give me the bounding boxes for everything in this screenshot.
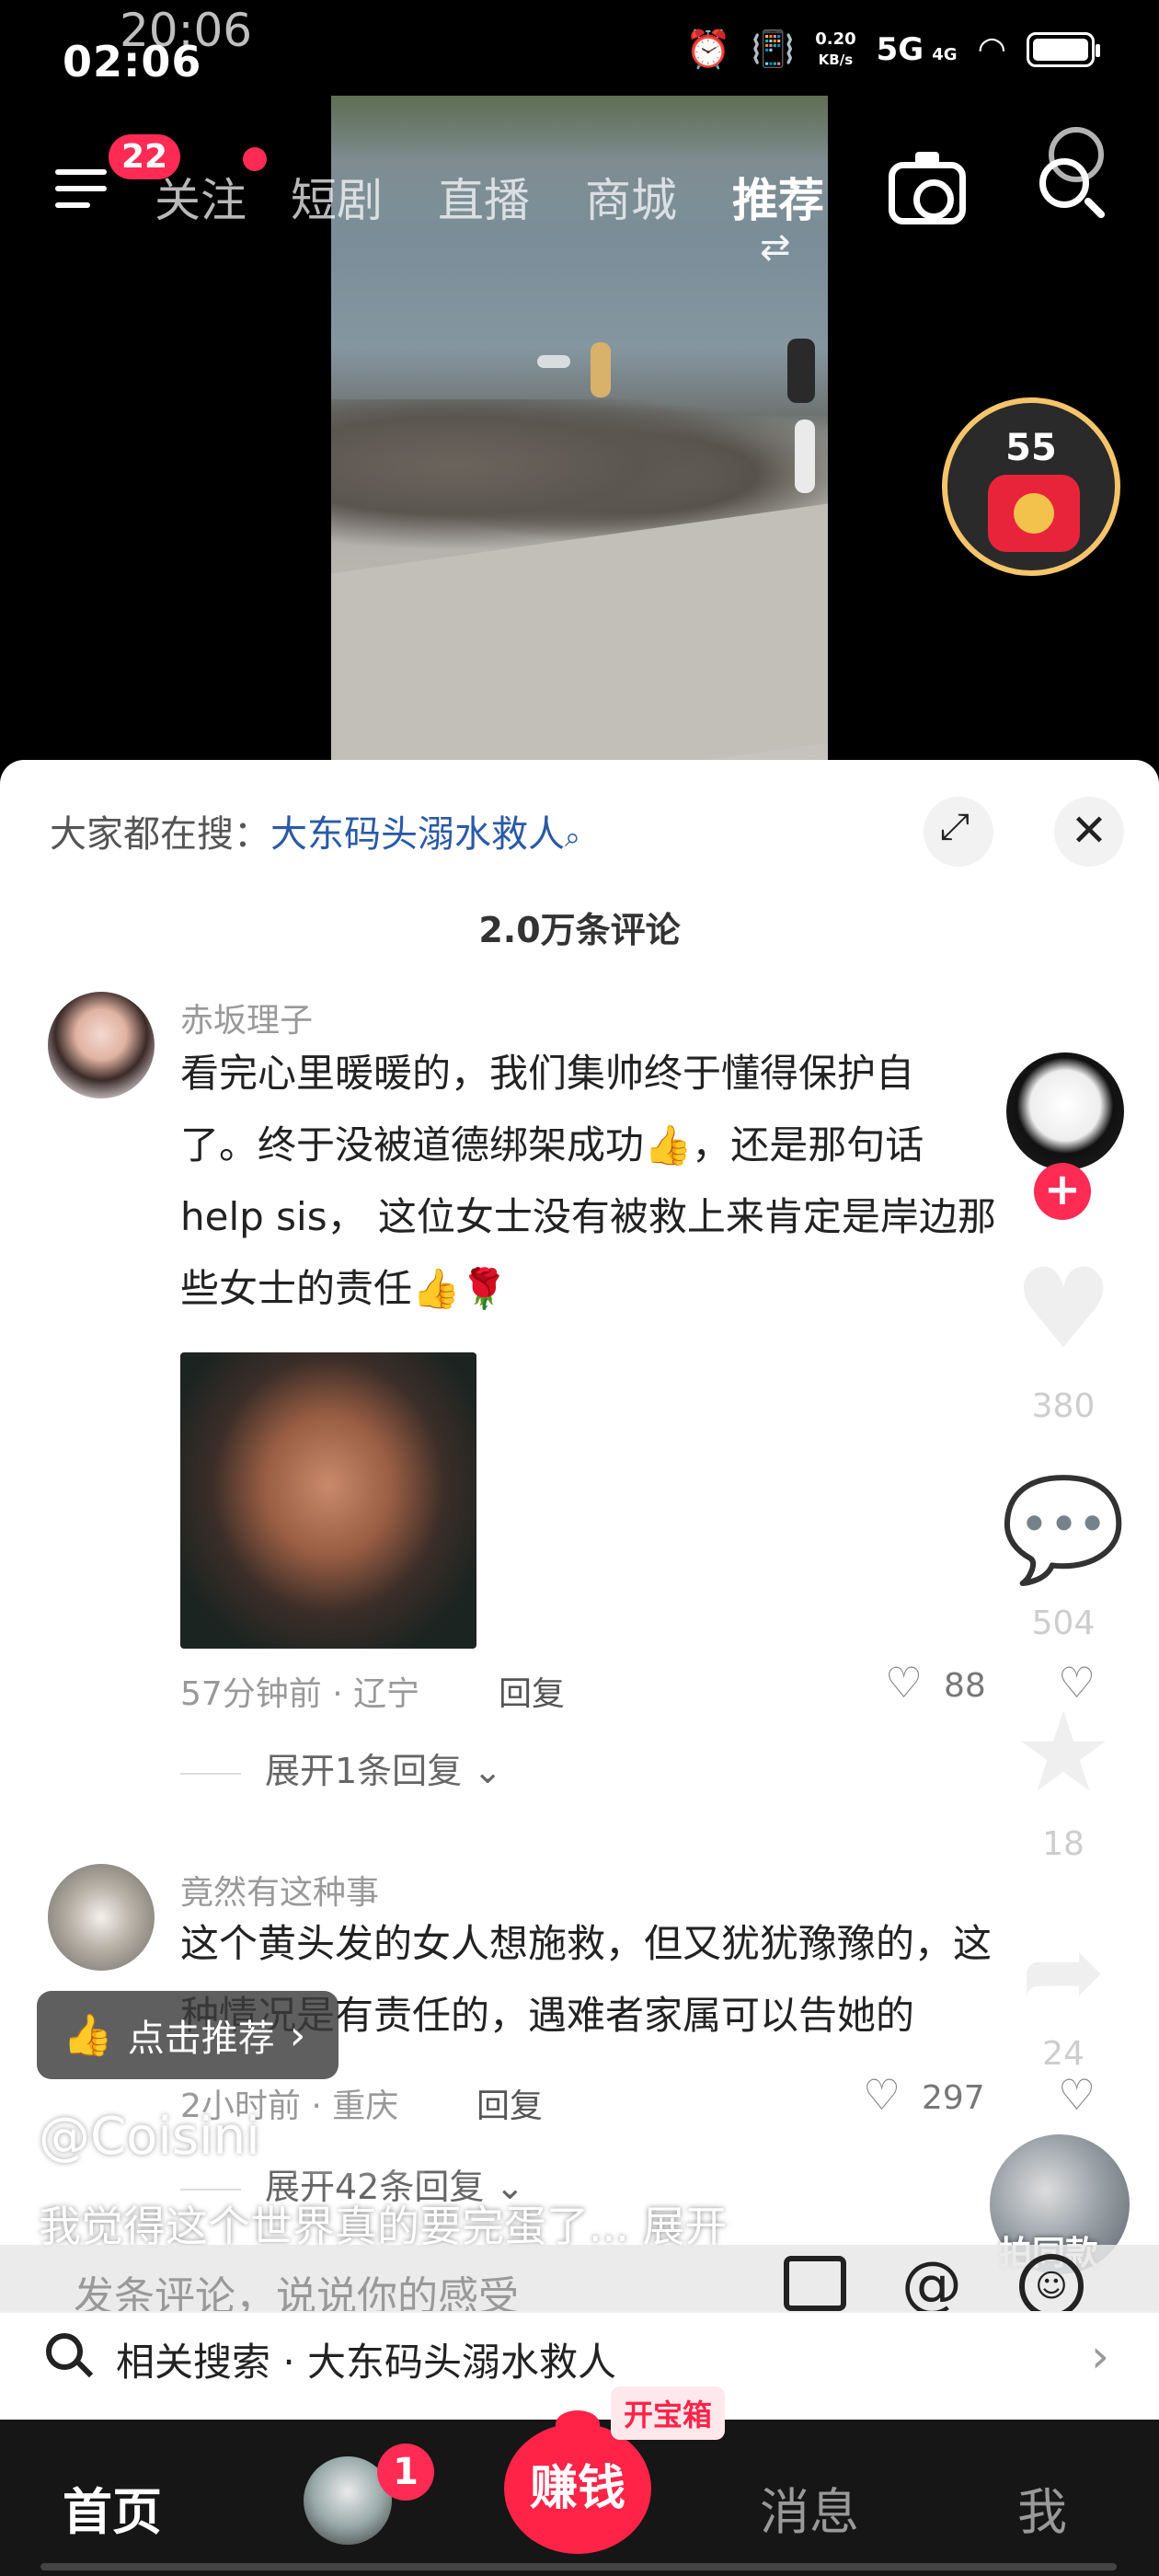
expand-icon[interactable] [924, 797, 993, 867]
like-count: 88 [944, 1667, 986, 1705]
battery-icon [1027, 31, 1100, 67]
nav-me[interactable]: 我 [1017, 2471, 1067, 2544]
status-icons: ⏰ 📳 0.20 KB/s 5G 4G ◠ [685, 28, 1100, 71]
comment-count-video: 504 [1031, 1604, 1096, 1642]
treasure-tag[interactable]: 开宝箱 [611, 2386, 726, 2440]
share-count: 24 [1042, 2035, 1084, 2073]
reply-button[interactable]: 回复 [499, 1667, 565, 1715]
image-icon[interactable] [784, 2256, 846, 2311]
star-icon[interactable]: ★ [990, 1689, 1137, 1817]
search-icon [46, 2333, 94, 2379]
nav-home[interactable]: 首页 [63, 2471, 162, 2544]
status-time: 02:06 [63, 37, 202, 86]
tab-short-drama[interactable]: 短剧 [291, 164, 383, 230]
coin-widget[interactable]: 55 [942, 397, 1120, 576]
share-icon[interactable]: ➦ [990, 1912, 1137, 2030]
reply-button[interactable]: 回复 [476, 2079, 543, 2127]
comment-panel: 大家都在搜：大东码头溺水救人⌕ ✕ 2.0万条评论 赤坂理子 看完心里暖暖的，我… [0, 760, 1159, 2418]
author-handle[interactable]: @Coisini [39, 2107, 260, 2167]
emoji-icon[interactable]: ☺ [1019, 2254, 1084, 2318]
hot-search-prefix: 大家都在搜： [50, 813, 270, 856]
search-small-icon: ⌕ [565, 822, 580, 854]
nav-messages[interactable]: 消息 [760, 2471, 859, 2544]
comment-username[interactable]: 赤坂理子 [180, 994, 313, 1041]
comment-image[interactable] [180, 1352, 476, 1649]
recommend-label: 点击推荐 [127, 2018, 275, 2060]
like-count: 297 [922, 2079, 985, 2117]
tab-recommend[interactable]: 推荐 [732, 164, 824, 230]
home-indicator [40, 2563, 1117, 2570]
tab-live[interactable]: 直播 [438, 164, 530, 230]
video-person [787, 339, 815, 403]
avatar[interactable] [48, 1864, 155, 1971]
tab-following-dot [243, 147, 267, 171]
tab-following[interactable]: 关注 [155, 164, 247, 230]
menu-icon[interactable] [55, 169, 107, 210]
related-search-text[interactable]: 相关搜索 · 大东码头溺水救人 [116, 2331, 616, 2387]
red-envelope-icon [988, 475, 1080, 552]
like-count-video: 380 [1031, 1387, 1096, 1425]
thumbs-up-icon: 👍 [63, 2012, 113, 2059]
heart-icon[interactable]: ♡ [863, 2070, 901, 2120]
search-icon[interactable] [1039, 158, 1107, 223]
comment-time: 57分钟前 · 辽宁 [180, 1675, 420, 1713]
hot-search-term[interactable]: 大东码头溺水救人 [270, 813, 565, 856]
video-person [795, 420, 815, 493]
tab-mall[interactable]: 商城 [585, 164, 677, 230]
recommend-button[interactable]: 👍 点击推荐 › [37, 1991, 339, 2079]
image-text-icon: ❐ [305, 2133, 336, 2171]
at-icon[interactable]: @ [901, 2248, 962, 2319]
dislike-icon[interactable]: ♡ [1058, 2070, 1096, 2120]
image-text-tag: ❐ 图文 [293, 2120, 425, 2179]
chevron-right-icon[interactable]: › [1091, 2329, 1109, 2383]
close-icon[interactable]: ✕ [1054, 797, 1124, 867]
comment-text: 看完心里暖暖的，我们集帅终于懂得保护自 了。终于没被道德绑架成功👍，还是那句话 … [180, 1051, 996, 1311]
camera-icon[interactable] [889, 152, 966, 224]
avatar[interactable] [48, 992, 155, 1098]
creator-avatar[interactable] [1003, 1049, 1128, 1174]
coin-count: 55 [1005, 427, 1057, 469]
follow-plus-icon[interactable]: + [1034, 1163, 1091, 1220]
comment-bubble-icon[interactable]: 💬 [990, 1470, 1137, 1589]
swap-icon[interactable]: ⇄ [760, 226, 791, 269]
signal-icon: 5G 4G [876, 30, 958, 68]
comment-username[interactable]: 竟然有这种事 [180, 1866, 379, 1914]
comment-count: 2.0万条评论 [478, 910, 681, 950]
like-heart-icon[interactable]: ♥ [990, 1246, 1137, 1374]
hot-search[interactable]: 大家都在搜：大东码头溺水救人⌕ [50, 804, 580, 857]
nav-friend-badge: 1 [377, 2444, 434, 2501]
wifi-icon: ◠ [977, 30, 1006, 68]
favorite-count: 18 [1042, 1825, 1084, 1863]
expand-replies[interactable]: 展开1条回复 ⌄ [180, 1742, 502, 1793]
video-person [591, 342, 611, 397]
nav-earn-button[interactable]: 赚钱 [504, 2410, 651, 2554]
heart-icon[interactable]: ♡ [885, 1658, 923, 1708]
chevron-right-icon: › [289, 2011, 306, 2059]
alarm-icon: ⏰ [685, 29, 731, 71]
net-speed: 0.20 KB/s [815, 29, 856, 68]
vibrate-icon: 📳 [751, 29, 796, 69]
swimmer [537, 355, 570, 368]
